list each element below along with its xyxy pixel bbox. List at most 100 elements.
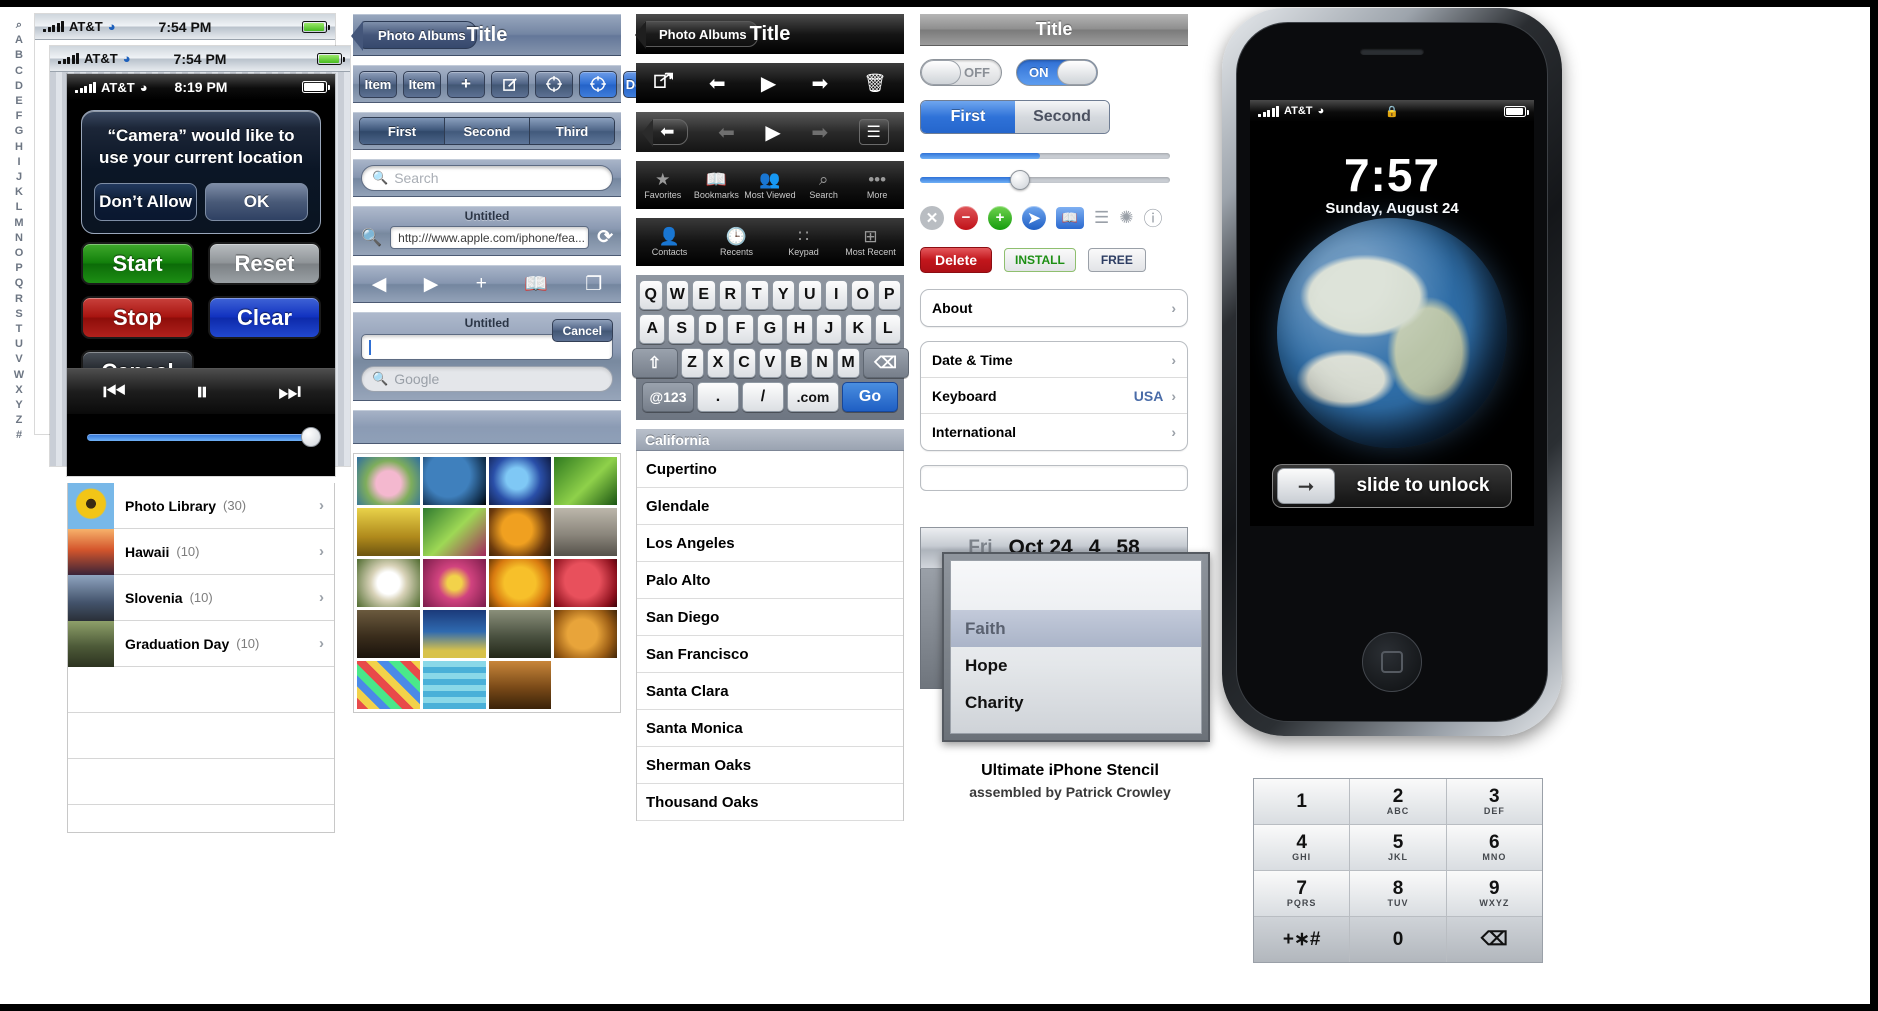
key-r[interactable]: R (718, 280, 742, 310)
trash-icon[interactable]: 🗑 (863, 73, 886, 94)
index-letter[interactable]: B (15, 48, 23, 63)
settings-row-international[interactable]: International › (921, 414, 1187, 450)
install-button[interactable]: INSTALL (1004, 248, 1076, 272)
photo-thumbnail[interactable] (422, 559, 486, 607)
shift-icon[interactable]: ⇧ (631, 348, 678, 378)
back-icon[interactable]: ◀ (372, 273, 387, 296)
forward-icon[interactable]: ▶ (424, 273, 439, 296)
next-track-icon[interactable]: ⏭ (278, 376, 301, 408)
slider-knob[interactable] (301, 427, 321, 447)
segment-second[interactable]: Second (1015, 101, 1109, 133)
list-icon[interactable]: ☰ (1094, 208, 1109, 228)
photo-thumbnail[interactable] (422, 508, 486, 556)
backspace-icon[interactable]: ⌫ (862, 348, 909, 378)
slider-with-knob[interactable] (920, 170, 1170, 190)
keypad-key-0[interactable]: 0 (1350, 917, 1446, 962)
tab-most-viewed[interactable]: 👥 Most Viewed (743, 161, 797, 209)
key-o[interactable]: O (851, 280, 875, 310)
crosshair-filled-icon-button[interactable] (579, 70, 617, 98)
key-g[interactable]: G (756, 314, 784, 344)
close-circle-icon[interactable]: ✕ (920, 205, 944, 230)
free-badge[interactable]: FREE (1087, 248, 1146, 272)
index-letter[interactable]: O (15, 246, 24, 261)
keypad-key-delete[interactable]: ⌫ (1446, 917, 1542, 962)
settings-row-date-time[interactable]: Date & Time › (921, 342, 1187, 378)
photo-thumbnail[interactable] (488, 610, 552, 658)
reset-button[interactable]: Reset (208, 242, 321, 285)
tab-bookmarks[interactable]: 📖 Bookmarks (690, 161, 744, 209)
plus-icon[interactable]: + (476, 273, 487, 295)
bookmark-icon[interactable]: 📖 (1056, 206, 1084, 229)
city-list-item[interactable]: Thousand Oaks (637, 784, 903, 821)
key-go[interactable]: Go (842, 382, 898, 412)
keypad-key-4[interactable]: 4 GHI (1254, 825, 1350, 870)
url-input[interactable]: http:///www.apple.com/iphone/fea... (390, 226, 590, 249)
segment-first[interactable]: First (921, 101, 1015, 133)
key-k[interactable]: K (845, 314, 872, 344)
key-l[interactable]: L (874, 314, 901, 344)
index-letter[interactable]: E (15, 94, 22, 109)
arrow-circle-icon[interactable]: ➤ (1022, 205, 1046, 230)
pause-icon[interactable]: ⏸ (195, 376, 208, 408)
photo-thumbnail[interactable] (422, 661, 486, 709)
photo-thumbnail[interactable] (488, 508, 552, 556)
share-icon[interactable] (653, 71, 674, 95)
city-list-item[interactable]: Palo Alto (637, 562, 903, 599)
compose-icon-button[interactable] (491, 70, 529, 98)
back-button-photo-albums[interactable]: Photo Albums (635, 21, 758, 49)
index-letter[interactable]: Q (15, 276, 24, 291)
index-letter[interactable]: D (15, 79, 23, 94)
picker-option-hope[interactable]: Hope (951, 647, 1201, 684)
index-letter[interactable]: S (15, 307, 22, 322)
city-list-item[interactable]: Santa Clara (637, 673, 903, 710)
keypad-key-6[interactable]: 6 MNO (1446, 825, 1542, 870)
clear-button[interactable]: Clear (208, 296, 321, 339)
key-u[interactable]: U (798, 280, 822, 310)
album-list-item[interactable]: Graduation Day (10) › (68, 620, 334, 667)
tab-recents[interactable]: 🕒 Recents (703, 218, 770, 266)
home-button[interactable] (1362, 632, 1422, 692)
index-letter[interactable]: # (16, 428, 22, 443)
toggle-on[interactable]: ON (1016, 59, 1098, 86)
album-list-item[interactable]: Photo Library (30) › (68, 482, 334, 529)
picker-option-selected[interactable]: Faith (951, 610, 1201, 647)
city-list-item[interactable]: Cupertino (637, 451, 903, 488)
key-j[interactable]: J (815, 314, 843, 344)
cancel-button[interactable]: Cancel (551, 319, 613, 342)
plus-icon-button[interactable]: + (447, 70, 485, 98)
index-letter[interactable]: P (15, 261, 22, 276)
photo-thumbnail[interactable] (357, 508, 420, 556)
index-letter[interactable]: I (17, 155, 20, 170)
keypad-key-symbols[interactable]: +∗# (1254, 917, 1350, 962)
photo-thumbnail[interactable] (357, 661, 420, 709)
photo-thumbnail[interactable] (357, 457, 420, 505)
minus-circle-icon[interactable]: − (954, 205, 978, 230)
index-letter[interactable]: J (16, 170, 22, 185)
photo-thumbnail[interactable] (554, 457, 617, 505)
photo-thumbnail[interactable] (554, 610, 617, 658)
key-h[interactable]: H (786, 314, 813, 344)
key-d[interactable]: D (697, 314, 725, 344)
key-z[interactable]: Z (680, 348, 704, 378)
index-letter[interactable]: U (15, 337, 23, 352)
crosshair-icon-button[interactable] (535, 70, 573, 98)
tab-contacts[interactable]: 👤 Contacts (636, 218, 703, 266)
index-letter[interactable]: F (16, 109, 23, 124)
key-e[interactable]: E (692, 280, 716, 310)
stop-button[interactable]: Stop (81, 296, 194, 339)
key-b[interactable]: B (784, 348, 808, 378)
tab-more[interactable]: ••• More (850, 161, 904, 209)
index-search-icon[interactable]: ⌕ (16, 18, 22, 33)
media-progress-slider[interactable] (67, 416, 335, 470)
index-letter[interactable]: W (14, 368, 24, 383)
list-icon-button[interactable]: ☰ (858, 119, 889, 145)
key-slash[interactable]: / (742, 382, 784, 412)
arrow-right-icon[interactable]: ➞ (1277, 468, 1335, 504)
reload-icon[interactable]: ⟳ (597, 226, 613, 249)
slider-knob[interactable] (1010, 170, 1030, 190)
back-button-photo-albums[interactable]: Photo Albums (351, 21, 477, 51)
index-letter[interactable]: L (16, 200, 23, 215)
ok-button[interactable]: OK (205, 183, 308, 221)
index-letter[interactable]: A (15, 33, 23, 48)
play-icon[interactable]: ▶ (765, 120, 780, 145)
